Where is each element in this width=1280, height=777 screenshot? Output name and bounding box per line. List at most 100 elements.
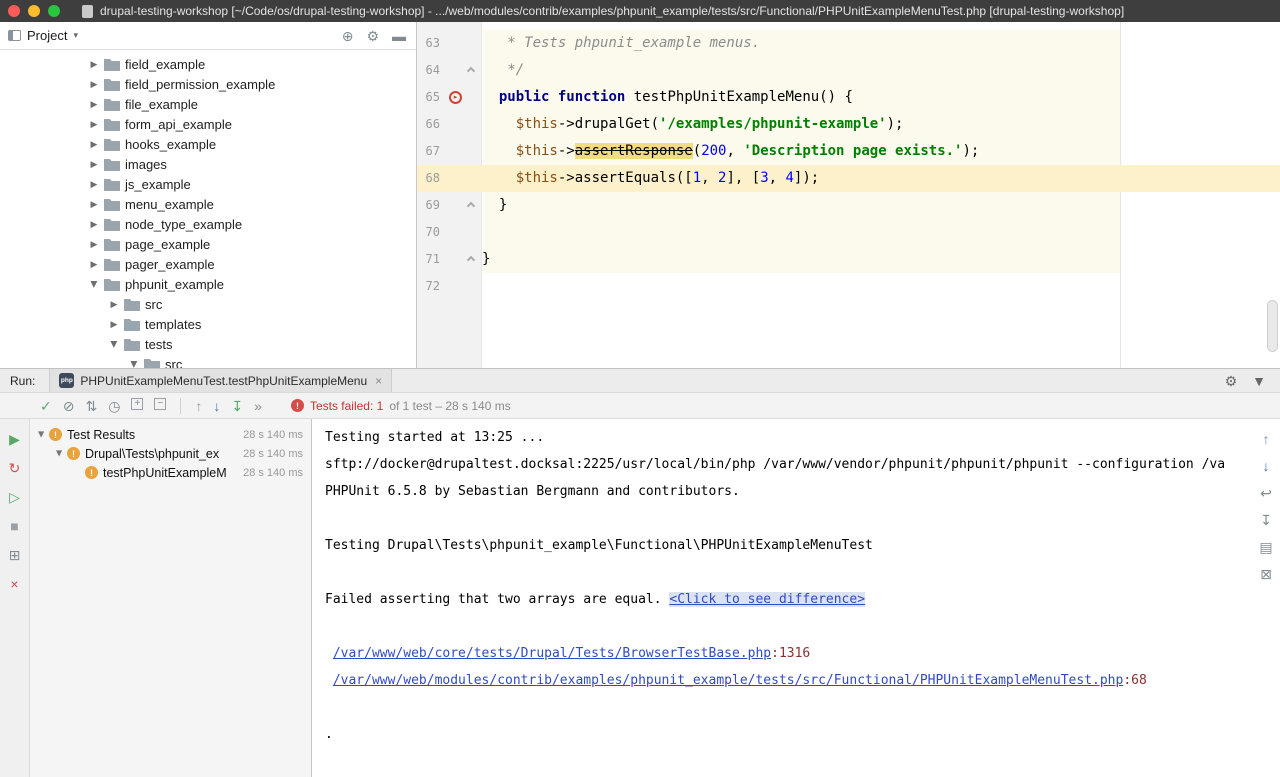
line-number[interactable]: 66 (417, 111, 440, 138)
project-tree-item[interactable]: ▶phpunit_example (0, 274, 416, 294)
chevron-right-icon[interactable]: ▶ (106, 319, 122, 330)
project-tree-item[interactable]: ▶field_permission_example (0, 74, 416, 94)
sort-by-duration-icon[interactable]: ◷ (108, 398, 120, 414)
more-options-icon[interactable]: » (254, 398, 262, 414)
chevron-right-icon[interactable]: ▶ (86, 159, 102, 170)
show-ignored-icon[interactable]: ⊘ (63, 398, 75, 414)
project-tree-item[interactable]: ▶node_type_example (0, 214, 416, 234)
editor[interactable]: 63 * Tests phpunit_example menus.64 */65… (417, 22, 1280, 368)
line-reference[interactable]: :1316 (771, 646, 810, 661)
fold-marker-icon[interactable] (467, 202, 475, 210)
soft-wrap-icon[interactable]: ↩ (1260, 485, 1272, 501)
line-number[interactable]: 68 (417, 165, 440, 192)
sort-alphabetically-icon[interactable]: ⇅ (85, 398, 97, 414)
chevron-right-icon[interactable]: ▶ (86, 219, 102, 230)
test-tree-item[interactable]: ▶!Test Results28 s 140 ms (30, 425, 311, 444)
line-number[interactable]: 71 (417, 246, 440, 273)
project-tree-item[interactable]: ▶file_example (0, 94, 416, 114)
project-tree-item[interactable]: ▶form_api_example (0, 114, 416, 134)
line-number[interactable]: 69 (417, 192, 440, 219)
rerun-icon[interactable]: ▶ (9, 431, 20, 447)
line-number[interactable]: 67 (417, 138, 440, 165)
project-tree-item[interactable]: ▶page_example (0, 234, 416, 254)
editor-scrollbar[interactable] (1267, 300, 1278, 352)
run-label: Run: (10, 374, 35, 388)
hide-panel-icon[interactable]: ▼ (1252, 373, 1266, 389)
chevron-right-icon[interactable]: ▶ (86, 199, 102, 210)
restore-layout-icon[interactable]: ⊞ (9, 547, 21, 563)
console-link[interactable]: <Click to see difference> (669, 592, 865, 607)
clear-all-icon[interactable]: ⊠ (1260, 566, 1272, 582)
test-tree-item[interactable]: ▶!Drupal\Tests\phpunit_ex28 s 140 ms (30, 444, 311, 463)
line-number[interactable]: 70 (417, 219, 440, 246)
chevron-down-icon[interactable]: ▶ (89, 276, 100, 292)
chevron-right-icon[interactable]: ▶ (86, 79, 102, 90)
down-stack-trace-icon[interactable]: ↓ (1263, 458, 1270, 474)
chevron-right-icon[interactable]: ▶ (86, 139, 102, 150)
chevron-right-icon[interactable]: ▶ (86, 259, 102, 270)
show-passed-icon[interactable]: ✓ (40, 398, 52, 414)
project-panel-title[interactable]: Project (27, 28, 67, 43)
import-test-results-icon[interactable]: ↧ (231, 398, 243, 414)
line-number[interactable]: 63 (417, 30, 440, 57)
run-tab[interactable]: php PHPUnitExampleMenuTest.testPhpUnitEx… (49, 369, 392, 392)
chevron-down-icon[interactable]: ▶ (55, 446, 64, 461)
chevron-right-icon[interactable]: ▶ (86, 99, 102, 110)
chevron-right-icon[interactable]: ▶ (86, 239, 102, 250)
chevron-right-icon[interactable]: ▶ (86, 59, 102, 70)
chevron-down-icon[interactable]: ▶ (37, 427, 46, 442)
settings-gear-icon[interactable]: ⚙ (1225, 373, 1238, 389)
project-tree-item[interactable]: ▶pager_example (0, 254, 416, 274)
chevron-right-icon[interactable]: ▶ (106, 299, 122, 310)
previous-failed-test-icon[interactable]: ↑ (195, 398, 202, 414)
close-window-button[interactable] (8, 5, 20, 17)
test-failed-gutter-icon[interactable]: ▸ (449, 91, 462, 104)
fold-marker-icon[interactable] (467, 67, 475, 75)
test-tree[interactable]: ▶!Test Results28 s 140 ms▶!Drupal\Tests\… (30, 419, 312, 777)
fold-marker-icon[interactable] (467, 256, 475, 264)
expand-all-icon[interactable]: + (131, 398, 143, 410)
chevron-right-icon[interactable]: ▶ (86, 119, 102, 130)
gutter-icon-area (440, 57, 482, 84)
code-text: public function testPhpUnitExampleMenu()… (482, 84, 853, 111)
stop-icon[interactable]: ■ (10, 518, 18, 534)
rerun-failed-tests-icon[interactable]: ↻ (9, 460, 21, 476)
console-link[interactable]: /var/www/web/core/tests/Drupal/Tests/Bro… (333, 646, 771, 661)
project-tree-item[interactable]: ▶src (0, 354, 416, 368)
line-number[interactable]: 65 (417, 84, 440, 111)
hide-panel-icon[interactable]: ▬ (392, 28, 406, 44)
locate-file-icon[interactable]: ⊕ (342, 28, 354, 44)
console-output[interactable]: Testing started at 13:25 ...sftp://docke… (312, 419, 1252, 777)
code-area[interactable]: 63 * Tests phpunit_example menus.64 */65… (417, 30, 1280, 300)
print-icon[interactable]: ▤ (1259, 539, 1272, 555)
up-stack-trace-icon[interactable]: ↑ (1263, 431, 1270, 447)
project-tree-item[interactable]: ▶templates (0, 314, 416, 334)
chevron-down-icon[interactable]: ▶ (129, 356, 140, 368)
line-reference[interactable]: :68 (1123, 673, 1146, 688)
line-number[interactable]: 72 (417, 273, 440, 300)
next-failed-test-icon[interactable]: ↓ (213, 398, 220, 414)
project-tree-item[interactable]: ▶hooks_example (0, 134, 416, 154)
chevron-right-icon[interactable]: ▶ (86, 179, 102, 190)
project-tree-item[interactable]: ▶tests (0, 334, 416, 354)
close-icon[interactable]: × (10, 576, 18, 592)
project-tree-item[interactable]: ▶images (0, 154, 416, 174)
minimize-window-button[interactable] (28, 5, 40, 17)
console-line (325, 559, 1252, 586)
scroll-to-end-icon[interactable]: ↧ (1260, 512, 1272, 528)
close-tab-icon[interactable]: × (375, 374, 382, 388)
collapse-all-icon[interactable]: − (154, 398, 166, 410)
project-tree[interactable]: ▶field_example▶field_permission_example▶… (0, 50, 416, 368)
project-tree-item[interactable]: ▶js_example (0, 174, 416, 194)
zoom-window-button[interactable] (48, 5, 60, 17)
toggle-auto-test-icon[interactable]: ▷ (9, 489, 20, 505)
chevron-down-icon[interactable]: ▶ (109, 336, 120, 352)
line-number[interactable]: 64 (417, 57, 440, 84)
console-link[interactable]: /var/www/web/modules/contrib/examples/ph… (333, 673, 1124, 688)
test-tree-item[interactable]: !testPhpUnitExampleM28 s 140 ms (30, 463, 311, 482)
project-tree-item[interactable]: ▶src (0, 294, 416, 314)
project-tree-item[interactable]: ▶field_example (0, 54, 416, 74)
project-tree-item[interactable]: ▶menu_example (0, 194, 416, 214)
settings-gear-icon[interactable]: ⚙ (366, 28, 379, 44)
chevron-down-icon[interactable]: ▾ (73, 30, 78, 41)
